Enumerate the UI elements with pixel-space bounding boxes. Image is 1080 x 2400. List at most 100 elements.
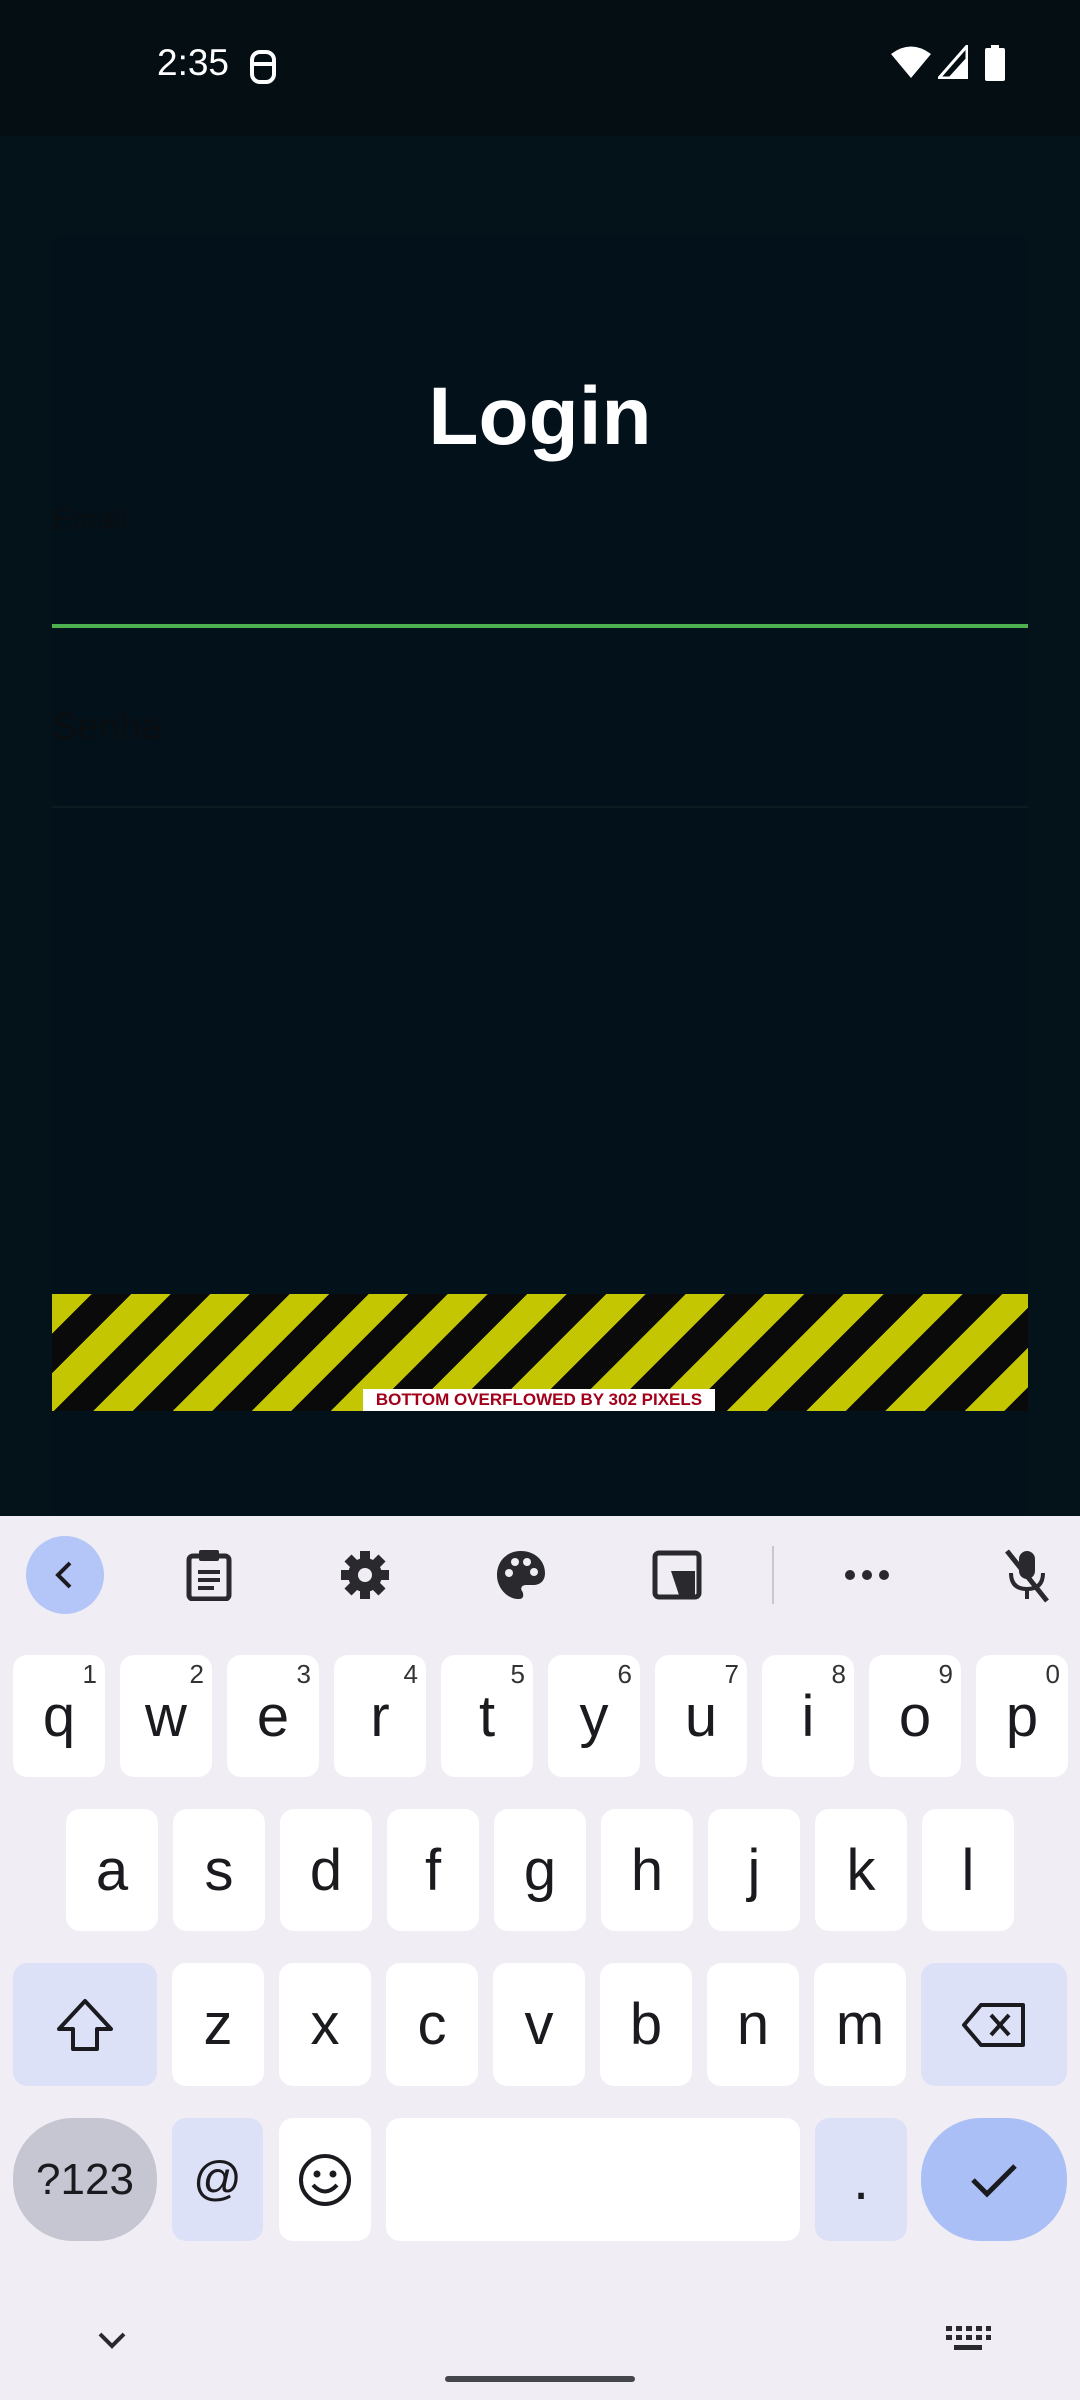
key-label: a [95, 1837, 129, 1903]
key-t[interactable]: t5 [441, 1655, 533, 1777]
key-x[interactable]: x [279, 1963, 371, 2086]
keyboard [0, 1516, 1080, 2400]
key-o[interactable]: o9 [869, 1655, 961, 1777]
status-time: 2:35 [157, 42, 230, 83]
enter-key[interactable] [921, 2118, 1067, 2241]
key-label: e [256, 1683, 290, 1749]
key-s[interactable]: s [173, 1809, 265, 1931]
key-label: k [846, 1837, 876, 1903]
key-a[interactable]: a [66, 1809, 158, 1931]
key-hint: 9 [938, 1659, 953, 1689]
theme-button[interactable] [482, 1536, 560, 1614]
key-i[interactable]: i8 [762, 1655, 854, 1777]
key-hint: 5 [510, 1659, 525, 1689]
key-hint: 7 [724, 1659, 739, 1689]
password-field-underline [52, 806, 1028, 808]
email-field[interactable] [52, 540, 1028, 630]
gear-icon [341, 1551, 389, 1599]
key-r[interactable]: r4 [334, 1655, 426, 1777]
key-label: b [629, 1992, 663, 2057]
emoji-key[interactable] [279, 2118, 371, 2241]
settings-button[interactable] [326, 1536, 404, 1614]
key-label: r [370, 1683, 390, 1749]
debug-icon [250, 50, 276, 84]
key-e[interactable]: e3 [227, 1655, 319, 1777]
toolbar-divider [772, 1546, 774, 1604]
mic-off-icon [1005, 1549, 1049, 1603]
emoji-icon [299, 2153, 351, 2206]
key-d[interactable]: d [280, 1809, 372, 1931]
key-label: c [417, 1992, 447, 2057]
key-label: h [630, 1837, 664, 1903]
key-q[interactable]: q1 [13, 1655, 105, 1777]
key-label: n [736, 1992, 770, 2057]
signal-icon [938, 45, 968, 79]
keyboard-back-button[interactable] [26, 1536, 104, 1614]
page-title: Login [428, 371, 652, 462]
home-indicator [445, 2376, 635, 2382]
key-label: q [42, 1683, 76, 1749]
delete-key[interactable] [921, 1963, 1067, 2086]
key-h[interactable]: h [601, 1809, 693, 1931]
key-b[interactable]: b [600, 1963, 692, 2086]
status-bar: 2:35 [0, 0, 1080, 136]
key-y[interactable]: y6 [548, 1655, 640, 1777]
key-hint: 6 [617, 1659, 632, 1689]
key-f[interactable]: f [387, 1809, 479, 1931]
key-j[interactable]: j [708, 1809, 800, 1931]
symbols-key[interactable]: ?123 [13, 2118, 157, 2241]
battery-icon [985, 45, 1005, 81]
shift-icon [57, 1998, 113, 2051]
palette-icon [497, 1551, 545, 1599]
key-z[interactable]: z [172, 1963, 264, 2086]
key-hint: 2 [189, 1659, 204, 1689]
key-label: f [424, 1837, 442, 1903]
key-hint: 8 [831, 1659, 846, 1689]
check-icon [971, 2163, 1017, 2198]
chevron-left-icon [55, 1561, 72, 1589]
key-label: d [309, 1837, 343, 1903]
key-hint: 4 [403, 1659, 418, 1689]
clipboard-button[interactable] [170, 1536, 248, 1614]
key-k[interactable]: k [815, 1809, 907, 1931]
key-l[interactable]: l [922, 1809, 1014, 1931]
email-field-label: Email [52, 503, 128, 536]
key-label: t [478, 1683, 496, 1749]
key-m[interactable]: m [814, 1963, 906, 2086]
key-hint: 1 [82, 1659, 97, 1689]
more-options-button[interactable] [828, 1536, 906, 1614]
period-key[interactable]: . [815, 2118, 907, 2241]
wifi-icon [891, 46, 931, 78]
space-key[interactable] [386, 2118, 800, 2241]
key-u[interactable]: u7 [655, 1655, 747, 1777]
password-field[interactable] [52, 680, 1028, 800]
key-c[interactable]: c [386, 1963, 478, 2086]
floating-keyboard-button[interactable] [638, 1536, 716, 1614]
key-hint: 0 [1045, 1659, 1060, 1689]
key-hint: 3 [296, 1659, 311, 1689]
clipboard-icon [186, 1550, 232, 1601]
hide-keyboard-button[interactable] [90, 2320, 134, 2360]
key-label: s [204, 1837, 234, 1903]
key-label: z [203, 1992, 233, 2057]
key-label: u [684, 1683, 718, 1749]
key-w[interactable]: w2 [120, 1655, 212, 1777]
voice-input-button[interactable] [988, 1536, 1066, 1614]
key-label: i [801, 1683, 815, 1749]
switch-keyboard-button[interactable] [944, 2322, 992, 2354]
key-label: x [310, 1992, 340, 2057]
key-label: l [961, 1837, 975, 1903]
key-label: j [747, 1837, 761, 1903]
at-key[interactable]: @ [172, 2118, 263, 2241]
shift-key[interactable] [13, 1963, 157, 2086]
key-label: g [523, 1837, 557, 1903]
key-p[interactable]: p0 [976, 1655, 1068, 1777]
keyboard-icon [946, 2326, 991, 2350]
backspace-icon [962, 2002, 1025, 2047]
key-v[interactable]: v [493, 1963, 585, 2086]
key-label: p [1005, 1683, 1039, 1749]
key-g[interactable]: g [494, 1809, 586, 1931]
key-n[interactable]: n [707, 1963, 799, 2086]
key-label: v [524, 1992, 554, 2057]
key-label: w [145, 1683, 187, 1749]
